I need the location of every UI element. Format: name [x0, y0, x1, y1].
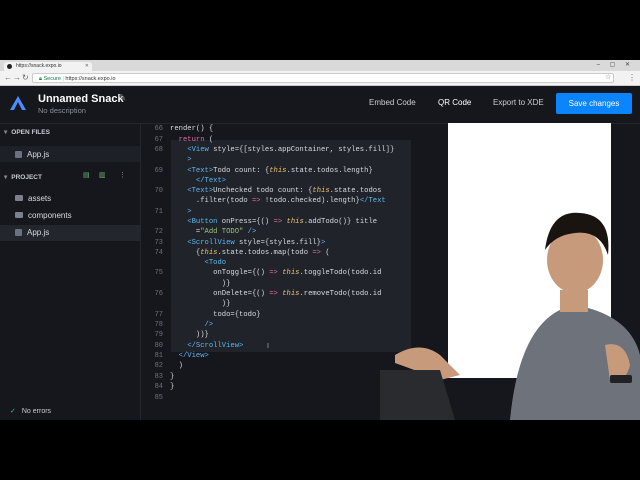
line-number: 79: [154, 331, 163, 339]
folder-icon: [15, 212, 23, 218]
presenter-figure: [380, 212, 640, 420]
text-cursor-icon: I: [267, 343, 269, 350]
code-line[interactable]: />: [170, 321, 214, 329]
code-line[interactable]: <Text>Todo count: {this.state.todos.leng…: [170, 167, 373, 175]
line-number: 75: [154, 269, 163, 277]
save-changes-button[interactable]: Save changes: [556, 93, 632, 114]
code-line[interactable]: )}: [170, 300, 231, 308]
video-letterbox-top: [0, 0, 640, 60]
sidebar-item-label: components: [28, 211, 72, 220]
sidebar-item-app-js[interactable]: App.js: [15, 228, 49, 237]
browser-tab-title: https://snack.expo.io: [16, 63, 62, 69]
status-bar: ✓ No errors: [10, 407, 51, 415]
secure-label: Secure: [43, 76, 61, 82]
open-files-header[interactable]: ▾ OPEN FILES: [4, 128, 50, 136]
new-folder-icon[interactable]: ▥: [99, 171, 106, 179]
snack-description[interactable]: No description: [38, 106, 86, 115]
file-label: App.js: [27, 150, 50, 159]
favicon-icon: [7, 64, 12, 69]
code-line[interactable]: }: [170, 373, 174, 381]
browser-tab[interactable]: https://snack.expo.io ✕: [4, 62, 92, 71]
more-options-icon[interactable]: ⋮: [119, 171, 126, 179]
url-input[interactable]: 🔒︎ Secure | https://snack.expo.io: [32, 73, 614, 83]
export-to-xde-button[interactable]: Export to XDE: [493, 98, 544, 107]
file-icon: [15, 229, 22, 236]
qr-code-button[interactable]: QR Code: [438, 98, 471, 107]
lock-icon: 🔒︎: [39, 76, 42, 82]
status-text: No errors: [21, 408, 52, 415]
file-sidebar: [0, 124, 141, 420]
caret-down-icon: ▾: [4, 174, 8, 181]
code-line[interactable]: onDelete={() => this.removeTodo(todo.id: [170, 290, 381, 298]
browser-tab-bar: [0, 60, 640, 71]
code-line[interactable]: ="Add TODO" />: [170, 228, 256, 236]
code-line[interactable]: </ScrollView>: [170, 342, 243, 350]
bookmark-star-icon[interactable]: ☆: [605, 73, 611, 83]
line-number: 81: [154, 352, 163, 360]
code-line[interactable]: )}: [170, 280, 231, 288]
project-label: PROJECT: [11, 174, 42, 181]
line-number: 84: [154, 383, 163, 391]
code-line[interactable]: return (: [170, 136, 214, 144]
video-letterbox-bottom: [0, 420, 640, 480]
line-number: 85: [154, 394, 163, 402]
code-line[interactable]: <Todo: [170, 259, 227, 267]
code-line[interactable]: </Text>: [170, 177, 226, 185]
forward-icon[interactable]: →: [13, 72, 21, 84]
line-number: 77: [154, 311, 163, 319]
pencil-icon[interactable]: ✎: [118, 93, 126, 104]
code-line[interactable]: .filter(todo => !todo.checked).length}</…: [170, 197, 386, 205]
line-number: 72: [154, 228, 163, 236]
url-text: https://snack.expo.io: [65, 76, 116, 82]
new-file-icon[interactable]: ▤: [83, 171, 90, 179]
folder-icon: [15, 195, 23, 201]
caret-down-icon: ▾: [4, 129, 8, 136]
line-number: 73: [154, 239, 163, 247]
code-line[interactable]: >: [170, 208, 191, 216]
code-line[interactable]: ): [170, 362, 183, 370]
embed-code-button[interactable]: Embed Code: [369, 98, 416, 107]
check-icon: ✓: [10, 408, 16, 415]
line-number: 83: [154, 373, 163, 381]
reload-icon[interactable]: ↻: [22, 72, 29, 84]
line-number: 69: [154, 167, 163, 175]
expo-logo-icon: [10, 96, 26, 110]
code-line[interactable]: render() {: [170, 125, 213, 133]
code-line[interactable]: </View>: [170, 352, 209, 360]
sidebar-item-label: assets: [28, 194, 52, 203]
code-line[interactable]: ))}: [170, 331, 209, 339]
window-controls[interactable]: – ▢ ✕: [597, 61, 634, 68]
line-number: 71: [154, 208, 163, 216]
snack-title[interactable]: Unnamed Snack: [38, 93, 124, 105]
file-icon: [15, 151, 22, 158]
sidebar-item-label: App.js: [27, 228, 50, 237]
sidebar-item-assets[interactable]: assets: [15, 194, 51, 203]
back-icon[interactable]: ←: [4, 72, 12, 84]
line-number: 68: [154, 146, 163, 154]
line-number: 82: [154, 362, 163, 370]
line-number: 67: [154, 136, 163, 144]
code-line[interactable]: >: [170, 156, 191, 164]
close-tab-icon[interactable]: ✕: [85, 62, 89, 71]
code-line[interactable]: onToggle={() => this.toggleTodo(todo.id: [170, 269, 381, 277]
line-number: 74: [154, 249, 163, 257]
sidebar-item-components[interactable]: components: [15, 211, 72, 220]
code-line[interactable]: <ScrollView style={styles.fill}>: [170, 239, 325, 247]
project-header[interactable]: ▾ PROJECT: [4, 173, 42, 181]
code-line[interactable]: <Text>Unchecked todo count: {this.state.…: [170, 187, 381, 195]
code-line[interactable]: <View style={[styles.appContainer, style…: [170, 146, 394, 154]
line-number: 66: [154, 125, 163, 133]
code-line[interactable]: }: [170, 383, 174, 391]
line-number: 78: [154, 321, 163, 329]
browser-menu-icon[interactable]: ⋮: [628, 73, 636, 83]
open-file-app-js[interactable]: App.js: [15, 150, 49, 159]
code-line[interactable]: todo={todo}: [170, 311, 260, 319]
code-line[interactable]: <Button onPress={() => this.addTodo()} t…: [170, 218, 377, 226]
line-number: 80: [154, 342, 163, 350]
line-number: 70: [154, 187, 163, 195]
line-number: 76: [154, 290, 163, 298]
code-line[interactable]: {this.state.todos.map(todo => (: [170, 249, 330, 257]
open-files-label: OPEN FILES: [11, 129, 50, 136]
app-header: [0, 86, 640, 124]
